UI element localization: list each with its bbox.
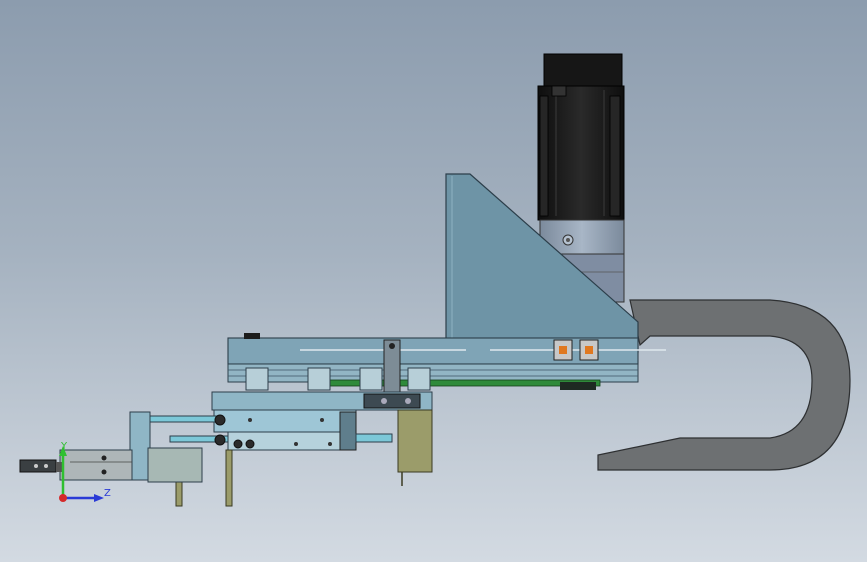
mount-screw [294,442,298,446]
sensor-led [585,346,593,354]
slider-block [307,367,331,391]
cylinder-endcap [339,411,357,451]
jaw-screw [34,464,38,468]
main-beam [227,333,666,390]
carriage-clamp [363,393,421,409]
piston-rod [355,433,393,443]
z-axis-cylinder [149,409,393,451]
mount-screw [328,442,332,446]
port-fitting [214,434,226,446]
gripper-screw [101,469,107,475]
side-bracket [397,409,433,473]
cad-viewport[interactable]: Y Z [0,0,867,562]
motor-rib-right [609,95,621,217]
cylinder-body [213,409,357,433]
z-axis-label: Z [104,488,111,499]
flange-bolt-inner [566,238,570,242]
mount-screw [320,418,324,422]
gripper-plate [147,447,203,483]
slider-block [359,367,383,391]
gripper-body [59,449,133,481]
mount-screw [248,418,252,422]
port-fitting [233,439,243,449]
beam-top-plate [227,337,639,365]
port-fitting [214,414,226,426]
gripper-frame [129,411,151,481]
motor-connector [551,85,567,97]
slider-block [407,367,431,391]
cad-model-view[interactable]: Y Z [0,0,867,562]
gripper-screw [101,455,107,461]
x-axis-origin [59,494,67,502]
slider-block [245,367,269,391]
post-bolt [389,343,395,349]
y-axis-label: Y [60,441,68,452]
sensor-led [559,346,567,354]
motor-rib-left [539,95,549,217]
port-fitting [245,439,255,449]
z-axis-arrow [94,494,104,502]
guide-rod [149,415,217,423]
motor-cap [543,53,623,87]
belt-pulley [560,382,596,390]
clamp-bolt [405,398,411,404]
hanger-leg [225,449,233,507]
beam-lower-profile [227,363,639,383]
jaw-screw [44,464,48,468]
clamp-bolt [381,398,387,404]
beam-cap [244,333,260,339]
